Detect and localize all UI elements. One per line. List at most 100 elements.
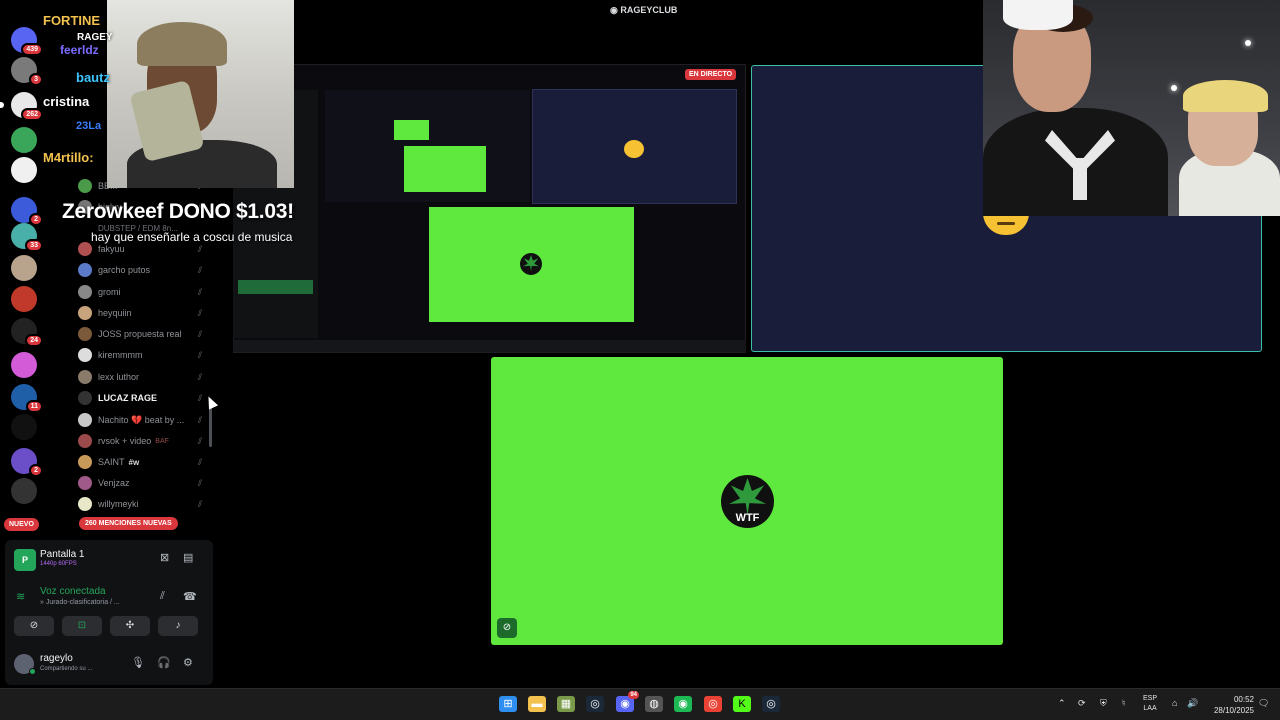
server-icon[interactable] [11,352,37,378]
tray-chevron-icon[interactable]: ⌃ [1058,698,1066,709]
member-name: fakyuu [98,244,125,254]
member-avatar [78,476,92,490]
donation-title: Zerowkeef DONO $1.03! [62,200,294,223]
member-name: heyquiin [98,308,132,318]
screen-share-quality: 1440p 60FPS [40,561,77,567]
kick-icon[interactable]: K [733,696,751,712]
member-row[interactable]: kiremmmm ⫽ [78,345,210,365]
member-row[interactable]: LUCAZ RAGE ⫽ [78,388,210,408]
member-name: gromi [98,287,121,297]
new-badge[interactable]: NUEVO [4,518,39,531]
muted-icon: ⫽ [197,414,202,425]
nested-mini-green [394,120,429,140]
member-row[interactable]: Nachito 💔 beat by ... ⫽ [78,410,210,430]
member-name: rvsok + video [98,436,152,446]
member-row[interactable]: lexx luthor ⫽ [78,367,210,387]
server-icon[interactable]: 24 [11,318,43,347]
discord-icon[interactable]: ◉ 94 [616,691,639,712]
nested-green-tile [404,146,486,192]
server-icon[interactable] [11,286,37,312]
clock[interactable]: 00:52 28/10/2025 [1210,694,1254,716]
member-row[interactable]: rvsok + video BAF ⫽ [78,431,210,451]
member-row[interactable]: heyquiin ⫽ [78,303,210,323]
screen-share-button[interactable]: ⊡ [62,616,102,636]
muted-icon: ⫽ [197,286,202,297]
stop-share-icon[interactable]: ⊠ [160,551,169,564]
noise-suppression-icon[interactable]: ⫽ [160,590,165,603]
steam-icon[interactable]: ◎ [586,696,604,712]
wtf-logo-small [520,253,542,275]
headphones-icon[interactable]: 🎧 [157,656,171,669]
notifications-icon[interactable]: 🗨 [1258,698,1269,709]
camera-off-button[interactable]: ⊘ [14,616,54,636]
mic-icon[interactable]: 🎙 [131,656,145,669]
steam-icon[interactable]: ◎ [762,696,780,712]
member-name: willymeyki [98,499,139,509]
server-icon[interactable] [11,127,37,153]
clock-date: 28/10/2025 [1213,706,1254,715]
member-row[interactable]: garcho putos ⫽ [78,260,210,280]
sync-icon[interactable]: ⟳ [1078,698,1086,709]
server-icon[interactable]: 11 [11,384,43,413]
member-row[interactable]: SAINT #w ⫽ [78,452,210,472]
server-icon[interactable] [11,255,37,281]
server-icon[interactable]: 439 [11,27,43,56]
member-row[interactable]: Venjzaz ⫽ [78,473,210,493]
muted-icon: ⫽ [197,243,202,254]
webcam-right [983,0,1280,216]
voice-status[interactable]: Voz conectada [40,586,106,597]
server-icon[interactable]: 33 [11,223,43,252]
online-status-dot [29,668,36,675]
muted-icon: ⫽ [197,498,202,509]
server-icon[interactable]: 262 [0,92,43,121]
member-name: LUCAZ RAGE [98,393,157,403]
member-row[interactable]: willymeyki ⫽ [78,494,210,514]
webcam-left [107,0,294,188]
member-name: lexx luthor [98,372,140,382]
member-avatar [78,327,92,341]
server-icon[interactable]: 2 [11,197,43,226]
disconnect-icon[interactable]: ☎ [183,590,197,603]
stream-status-icon[interactable]: ⊘ [497,618,517,638]
server-icon[interactable] [11,157,37,183]
user-name[interactable]: rageylo [40,653,73,664]
member-avatar [78,242,92,256]
screen-share-icon: ⊡ [77,620,87,631]
member-name: JOSS propuesta real [98,329,182,339]
muted-icon: ⫽ [197,435,202,446]
clip-icon[interactable]: ▤ [183,551,193,564]
server-badge: 2 [29,213,43,226]
network-icon[interactable]: ⌂ [1172,698,1177,708]
server-icon[interactable]: 2 [11,448,43,477]
language-indicator[interactable]: ESP LAA [1143,694,1157,714]
settings-gear-icon[interactable]: ⚙ [183,656,193,669]
minecraft-icon[interactable]: ▦ [557,696,575,712]
member-scrollbar[interactable] [209,405,212,447]
server-badge: 2 [29,464,43,477]
windows-start-icon[interactable]: ⊞ [499,696,517,712]
soundboard-button[interactable]: ♪ [158,616,198,636]
activities-button[interactable]: ✣ [110,616,150,636]
member-row[interactable]: gromi ⫽ [78,282,210,302]
spotify-icon[interactable]: ◉ [674,696,692,712]
microphone-tray-icon[interactable]: ♮ [1122,698,1125,709]
mentions-badge[interactable]: 260 MENCIONES NUEVAS [79,517,178,530]
user-panel [5,540,213,685]
server-icon[interactable] [11,414,37,440]
chrome-icon[interactable]: ◎ [704,696,722,712]
soundboard-icon: ♪ [175,620,181,631]
file-explorer-icon[interactable]: ▬ [528,696,546,712]
server-icon[interactable]: 3 [11,57,43,86]
member-avatar [78,285,92,299]
server-icon[interactable] [11,478,37,504]
member-row[interactable]: JOSS propuesta real ⫽ [78,324,210,344]
volume-icon[interactable]: 🔊 [1187,698,1198,709]
server-badge: 439 [21,43,43,56]
member-avatar [78,391,92,405]
defender-icon[interactable]: ⛨ [1100,698,1107,709]
app-icon[interactable]: ◍ [645,696,663,712]
voice-channel[interactable]: » Jurado-clasificatoria / ... [40,599,120,606]
muted-icon: ⫽ [197,392,202,403]
server-badge: 33 [25,239,43,252]
muted-icon: ⫽ [197,264,202,275]
